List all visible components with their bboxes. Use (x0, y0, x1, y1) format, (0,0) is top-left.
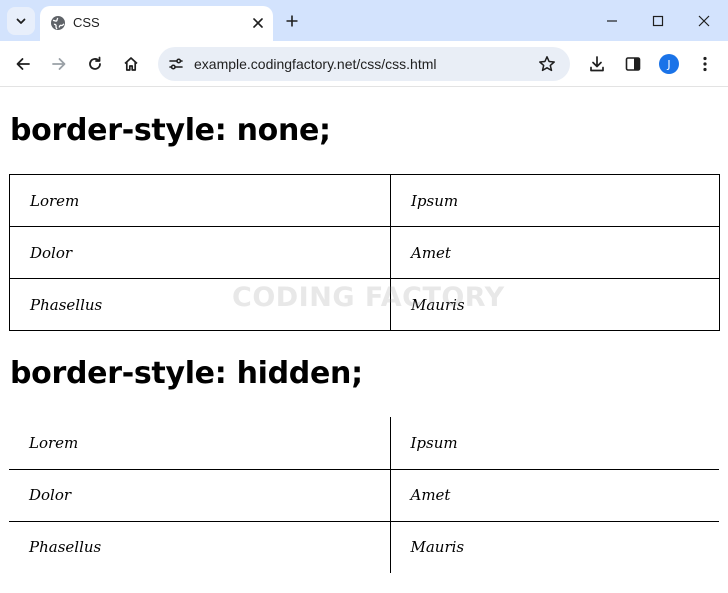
address-bar[interactable]: example.codingfactory.net/css/css.html (158, 47, 570, 81)
close-icon[interactable] (249, 14, 267, 32)
plus-icon (286, 15, 298, 27)
heading-border-none: border-style: none; (10, 113, 331, 148)
table-cell: Mauris (389, 520, 720, 574)
browser-toolbar: example.codingfactory.net/css/css.html J (0, 41, 728, 87)
table-cell: Amet (389, 468, 720, 522)
table-cell: Phasellus (8, 520, 391, 574)
active-tab[interactable]: CSS (40, 6, 273, 41)
table-border-hidden: Lorem Ipsum Dolor Amet Phasellus Mauris (8, 416, 720, 574)
star-icon (538, 55, 556, 73)
table-cell: Dolor (8, 468, 391, 522)
download-icon (588, 55, 606, 73)
table-row: Dolor Amet (8, 468, 720, 522)
globe-icon (50, 15, 66, 31)
url-text[interactable]: example.codingfactory.net/css/css.html (194, 56, 437, 73)
tune-icon (168, 56, 184, 72)
table-row: Lorem Ipsum (9, 174, 720, 227)
back-button[interactable] (11, 52, 35, 76)
web-page: border-style: none; Lorem Ipsum Dolor Am… (0, 88, 728, 593)
side-panel-icon (625, 56, 641, 72)
heading-border-hidden: border-style: hidden; (10, 356, 363, 391)
table-cell: Lorem (8, 416, 391, 470)
watermark: CODING FACTORY (232, 282, 505, 313)
home-button[interactable] (119, 52, 143, 76)
table-row: Dolor Amet (9, 226, 720, 279)
new-tab-button[interactable] (281, 10, 303, 32)
kebab-menu-icon (703, 56, 707, 72)
maximize-button[interactable] (643, 8, 673, 34)
home-icon (123, 56, 139, 72)
maximize-icon (652, 15, 664, 27)
site-info-button[interactable] (164, 52, 188, 76)
forward-button[interactable] (47, 52, 71, 76)
reload-button[interactable] (83, 52, 107, 76)
table-row: Phasellus Mauris (8, 520, 720, 574)
download-button[interactable] (585, 52, 609, 76)
profile-avatar[interactable]: J (659, 54, 679, 74)
table-cell: Ipsum (390, 174, 720, 227)
table-cell: Ipsum (389, 416, 720, 470)
table-row: Lorem Ipsum (8, 416, 720, 470)
side-panel-button[interactable] (621, 52, 645, 76)
minimize-icon (606, 15, 618, 27)
close-window-button[interactable] (689, 8, 719, 34)
tab-title: CSS (73, 15, 100, 30)
chevron-down-icon (15, 15, 27, 27)
bookmark-button[interactable] (536, 53, 558, 75)
reload-icon (87, 56, 103, 72)
back-arrow-icon (15, 56, 31, 72)
tab-search-button[interactable] (7, 7, 35, 35)
table-cell: Amet (390, 226, 720, 279)
menu-button[interactable] (693, 52, 717, 76)
table-cell: Lorem (9, 174, 391, 227)
minimize-button[interactable] (597, 8, 627, 34)
tab-strip: CSS (0, 0, 728, 41)
table-cell: Dolor (9, 226, 391, 279)
forward-arrow-icon (51, 56, 67, 72)
close-window-icon (698, 15, 710, 27)
